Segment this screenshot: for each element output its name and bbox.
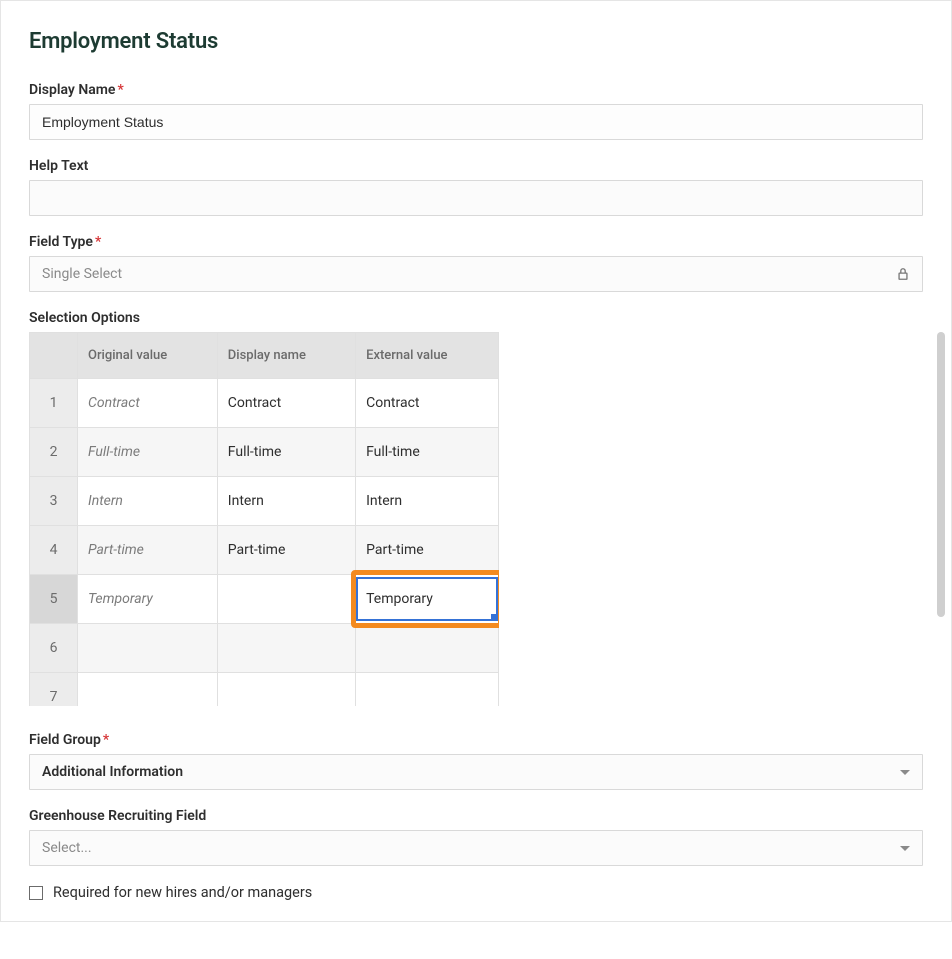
active-external-cell[interactable]: Temporary xyxy=(356,575,499,624)
employment-status-panel: Employment Status Display Name* Help Tex… xyxy=(0,0,952,922)
help-text-input[interactable] xyxy=(29,180,923,216)
table-row[interactable]: 5 Temporary Temporary xyxy=(30,575,499,624)
lock-icon xyxy=(896,267,910,281)
field-group-label: Field Group* xyxy=(29,732,923,748)
help-text-label: Help Text xyxy=(29,158,923,174)
field-type-label: Field Type* xyxy=(29,234,923,250)
checkbox-icon[interactable] xyxy=(29,886,43,900)
col-header-blank xyxy=(30,333,78,379)
recruiting-field-label: Greenhouse Recruiting Field xyxy=(29,808,923,824)
required-mark: * xyxy=(95,234,101,250)
field-type-value: Single Select xyxy=(42,266,122,282)
help-text-field: Help Text xyxy=(29,158,923,216)
field-group-select[interactable]: Additional Information xyxy=(29,754,923,790)
required-mark: * xyxy=(103,732,109,748)
field-type-field: Field Type* Single Select xyxy=(29,234,923,292)
display-name-field: Display Name* xyxy=(29,82,923,140)
table-row[interactable]: 6 xyxy=(30,624,499,673)
table-row[interactable]: 7 xyxy=(30,673,499,707)
scrollbar[interactable] xyxy=(937,332,945,617)
selection-options-table[interactable]: Original value Display name External val… xyxy=(29,332,499,706)
required-checkbox-label: Required for new hires and/or managers xyxy=(53,884,312,901)
col-header-display: Display name xyxy=(217,333,355,379)
resize-handle-icon[interactable] xyxy=(491,614,498,621)
recruiting-field-select[interactable]: Select... xyxy=(29,830,923,866)
display-name-label: Display Name* xyxy=(29,82,923,98)
field-type-select: Single Select xyxy=(29,256,923,292)
chevron-down-icon xyxy=(900,770,910,775)
selection-options-label: Selection Options xyxy=(29,310,923,326)
col-header-original: Original value xyxy=(78,333,218,379)
field-group-value: Additional Information xyxy=(42,764,183,780)
recruiting-field-placeholder: Select... xyxy=(42,840,92,856)
table-row[interactable]: 3 Intern Intern Intern xyxy=(30,477,499,526)
display-name-input[interactable] xyxy=(29,104,923,140)
page-title: Employment Status xyxy=(29,29,923,54)
table-row[interactable]: 2 Full-time Full-time Full-time xyxy=(30,428,499,477)
field-group-field: Field Group* Additional Information xyxy=(29,732,923,790)
table-row[interactable]: 1 Contract Contract Contract xyxy=(30,379,499,428)
col-header-external: External value xyxy=(356,333,499,379)
required-mark: * xyxy=(117,82,123,98)
table-row[interactable]: 4 Part-time Part-time Part-time xyxy=(30,526,499,575)
selection-options-field: Selection Options Original value Display… xyxy=(29,310,923,706)
required-checkbox-row[interactable]: Required for new hires and/or managers xyxy=(29,884,923,901)
chevron-down-icon xyxy=(900,846,910,851)
recruiting-field: Greenhouse Recruiting Field Select... xyxy=(29,808,923,866)
